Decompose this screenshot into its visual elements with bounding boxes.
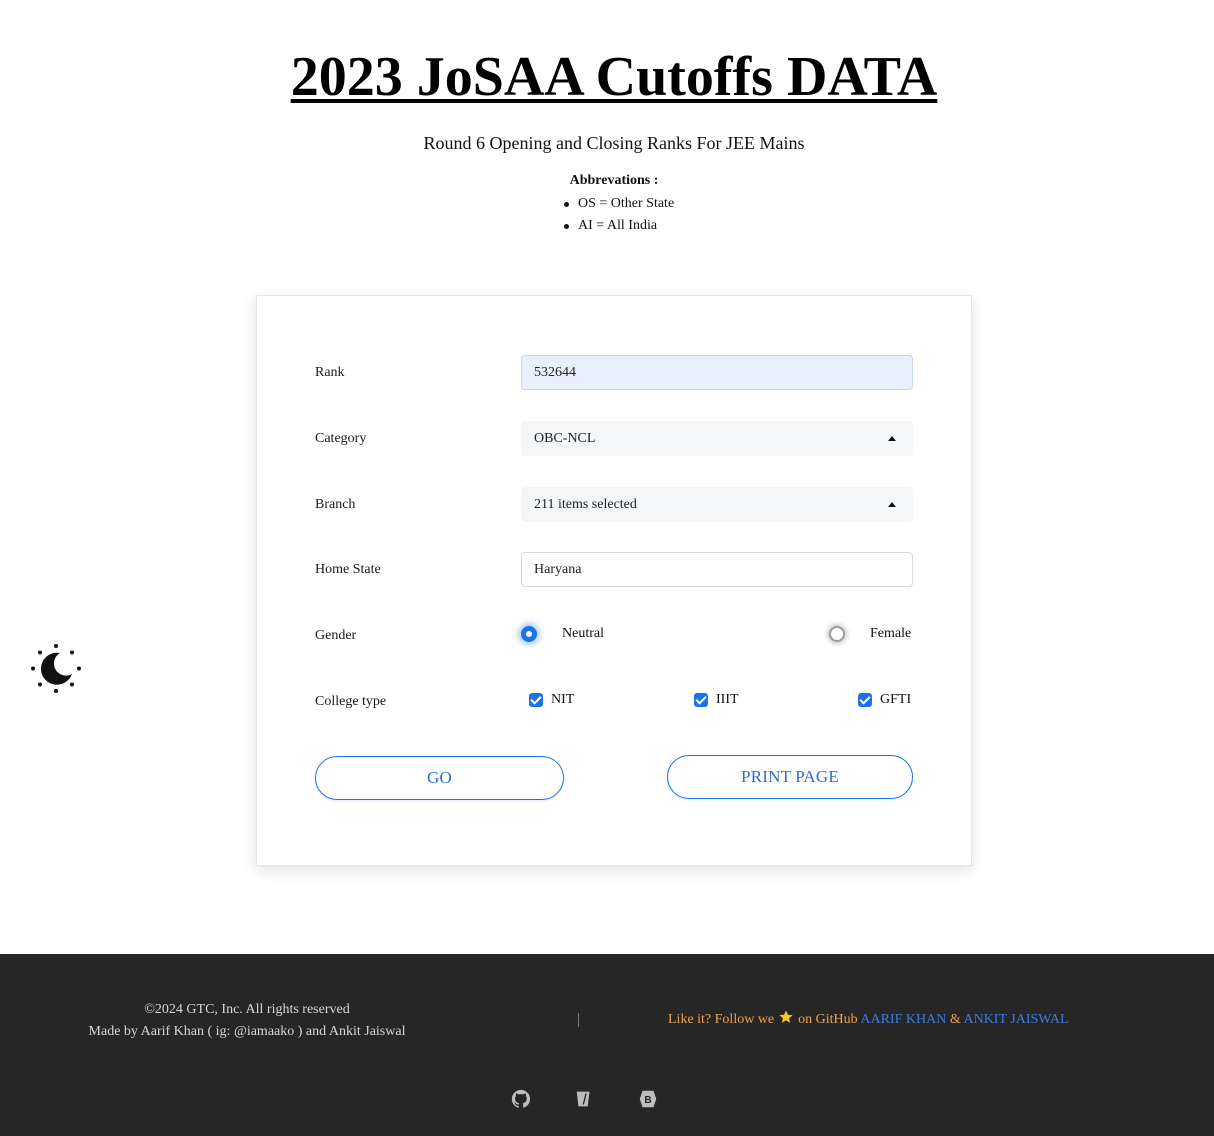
home-state-input[interactable]: Haryana <box>521 552 913 587</box>
home-state-value: Haryana <box>534 561 582 577</box>
go-button[interactable]: GO <box>315 756 564 800</box>
follow-text: Like it? Follow we <box>668 1012 775 1027</box>
print-page-button[interactable]: PRINT PAGE <box>667 755 913 799</box>
abbreviation-item: OS = Other State <box>562 193 674 215</box>
made-by-text: Made by Aarif Khan ( ig: @iamaako ) and … <box>88 1024 406 1039</box>
gender-label: Gender <box>315 628 357 643</box>
college-type-label: College type <box>315 694 387 709</box>
rank-label: Rank <box>315 365 345 380</box>
rank-input[interactable]: 532644 <box>521 355 913 390</box>
page-title: 2023 JoSAA Cutoffs DATA <box>290 46 938 108</box>
gender-option-female[interactable]: Female <box>829 626 911 642</box>
gender-option-label: Neutral <box>562 626 604 641</box>
radio-unchecked[interactable] <box>829 626 845 642</box>
gender-option-label: Female <box>870 626 912 641</box>
rank-value: 532644 <box>534 364 576 380</box>
checkbox-checked[interactable] <box>858 693 872 707</box>
college-type-nit[interactable]: NIT <box>529 692 574 708</box>
abbreviations-list: OS = Other State AI = All India <box>562 193 674 237</box>
footer: ©2024 GTC, Inc. All rights reserved Made… <box>0 954 1214 1136</box>
author-link-aarif[interactable]: AARIF KHAN <box>860 1012 946 1027</box>
footer-divider <box>578 1013 579 1027</box>
college-type-option-label: IIIT <box>716 692 739 707</box>
author-link-ankit[interactable]: ANKIT JAISWAL <box>963 1012 1068 1027</box>
ampersand: & <box>949 1012 961 1027</box>
footer-follow: Like it? Follow we on GitHub AARIF KHAN &… <box>668 1009 1069 1033</box>
copyright-text: ©2024 GTC, Inc. All rights reserved <box>144 1002 350 1017</box>
branch-value: 211 items selected <box>534 496 637 512</box>
college-type-gfti[interactable]: GFTI <box>858 692 911 708</box>
checkbox-checked[interactable] <box>694 693 708 707</box>
theme-toggle-button[interactable] <box>30 644 82 694</box>
radio-checked[interactable] <box>521 626 537 642</box>
caret-up-icon <box>888 436 896 441</box>
bootstrap-icon[interactable]: B <box>637 1088 659 1110</box>
moon-sun-icon <box>31 644 81 693</box>
page-subtitle: Round 6 Opening and Closing Ranks For JE… <box>423 133 805 153</box>
category-value: OBC-NCL <box>534 430 596 446</box>
search-form-card: Rank 532644 Category OBC-NCL Branch 211 … <box>256 295 972 866</box>
branch-label: Branch <box>315 497 356 512</box>
checkbox-checked[interactable] <box>529 693 543 707</box>
home-state-label: Home State <box>315 562 381 577</box>
follow-suffix: on GitHub <box>798 1012 858 1027</box>
star-icon <box>778 1009 794 1033</box>
college-type-option-label: GFTI <box>880 692 912 707</box>
abbreviation-item: AI = All India <box>562 215 674 237</box>
branch-multiselect[interactable]: 211 items selected <box>521 487 913 522</box>
footer-credits: ©2024 GTC, Inc. All rights reserved Made… <box>82 999 412 1043</box>
caret-up-icon <box>888 502 896 507</box>
svg-text:B: B <box>644 1095 651 1106</box>
gender-option-neutral[interactable]: Neutral <box>521 626 604 642</box>
flask-icon[interactable] <box>573 1088 595 1110</box>
category-select[interactable]: OBC-NCL <box>521 421 913 456</box>
github-icon[interactable] <box>510 1088 532 1110</box>
abbreviations-heading: Abbrevations : <box>569 173 659 188</box>
footer-icon-row: B <box>0 1088 1214 1112</box>
category-label: Category <box>315 431 367 446</box>
college-type-iiit[interactable]: IIIT <box>694 692 739 708</box>
college-type-option-label: NIT <box>551 692 575 707</box>
